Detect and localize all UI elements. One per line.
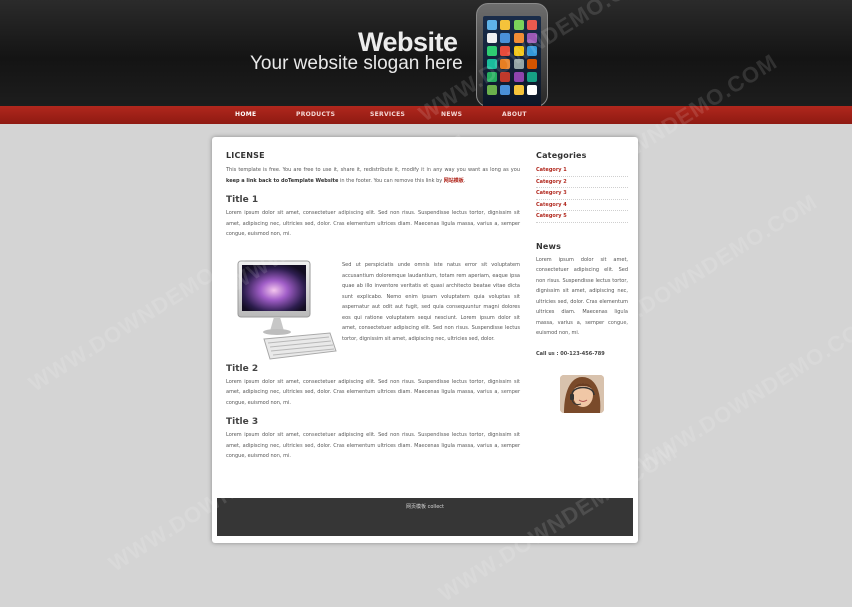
phone-image [476,3,548,108]
site-slogan: Your website slogan here [250,53,463,74]
title-3: Title 3 [226,417,259,427]
title-3-text: Lorem ipsum dolor sit amet, consectetuer… [226,432,520,459]
float-text: Sed ut perspiciatis unde omnis iste natu… [342,262,520,342]
category-item[interactable]: Category 4 [536,200,628,211]
phone-screen [483,16,541,108]
computer-image [237,260,337,360]
nav-about[interactable]: ABOUT [502,111,527,118]
title-2: Title 2 [226,363,259,374]
site-footer: 网页模板 collect [217,498,633,536]
site-header: Website Your website slogan here [0,0,852,108]
support-avatar-image [560,375,604,413]
category-item[interactable]: Category 5 [536,211,628,223]
license-text: This template is free. You are free to u… [226,165,520,186]
license-heading: LICENSE [226,151,265,160]
news-heading: News [536,241,562,251]
license-text-part: . [463,177,466,184]
categories-heading: Categories [536,151,587,160]
category-item[interactable]: Category 1 [536,165,628,177]
news-text: Lorem ipsum dolor sit amet, consectetuer… [536,256,628,337]
nav-news[interactable]: NEWS [441,111,462,118]
main-column: LICENSE This template is free. You are f… [226,151,520,462]
category-item[interactable]: Category 3 [536,188,628,200]
main-nav: HOME PRODUCTS SERVICES NEWS ABOUT [0,106,852,124]
title-1-text: Lorem ipsum dolor sit amet, consectetuer… [226,210,520,237]
license-text-part: in the footer. You can remove this link … [338,177,444,184]
license-bold: keep a link back to doTemplate Website [226,177,339,184]
nav-services[interactable]: SERVICES [370,111,405,118]
category-item[interactable]: Category 2 [536,177,628,188]
support-avatar [560,375,604,413]
watermark: WWW.DOWNDEMO.COM [634,308,852,477]
title-2-text: Lorem ipsum dolor sit amet, consectetuer… [226,378,520,406]
sidebar: Categories Category 1 Category 2 Categor… [536,151,628,413]
title-1: Title 1 [226,195,259,205]
license-link[interactable]: 网站模板 [444,178,464,184]
nav-home[interactable]: HOME [235,111,256,118]
category-list: Category 1 Category 2 Category 3 Categor… [536,165,628,223]
license-text-part: This template is free. You are free to u… [226,167,520,173]
content-box: LICENSE This template is free. You are f… [212,137,638,543]
footer-text[interactable]: 网页模板 collect [217,503,633,510]
nav-products[interactable]: PRODUCTS [296,111,335,118]
call-us-text: Call us : 00-123-456-789 [536,350,605,357]
